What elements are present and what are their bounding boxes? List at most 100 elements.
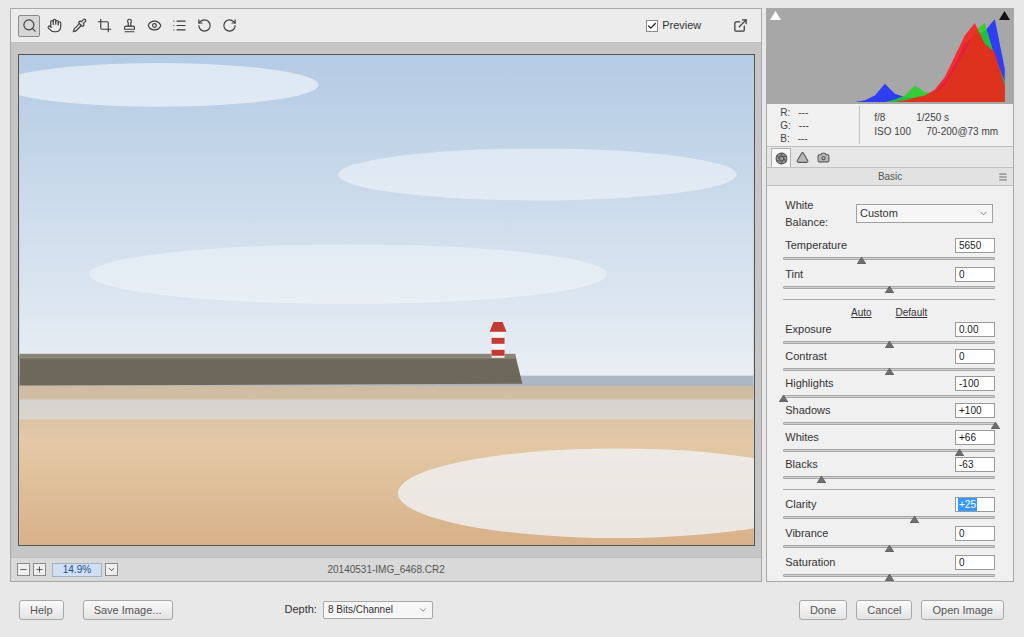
shutter-speed: 1/250 s: [916, 111, 998, 125]
basic-panel: White Balance:CustomTemperature5650Tint0…: [767, 186, 1013, 581]
shadow-clipping-icon[interactable]: [770, 11, 781, 20]
slider-thumb-icon[interactable]: [955, 449, 964, 456]
slider-row: Vibrance 0: [783, 525, 995, 552]
tool-button[interactable]: [168, 15, 190, 37]
depth-select[interactable]: 8 Bits/Channel: [323, 601, 433, 619]
slider-track[interactable]: [783, 570, 995, 581]
slider-thumb-icon[interactable]: [857, 257, 866, 264]
slider-thumb-icon[interactable]: [817, 476, 826, 483]
rgb-readout: G:---: [780, 119, 859, 132]
preview-pane: Preview14.9%20140531-IMG_6468.CR2: [10, 8, 762, 582]
image-area: [11, 43, 761, 557]
slider-value-field[interactable]: +25: [955, 497, 995, 512]
tool-button[interactable]: [93, 15, 115, 37]
slider-value-field[interactable]: 0: [955, 555, 995, 570]
panel-tab[interactable]: [813, 148, 833, 167]
slider-thumb-icon[interactable]: [885, 341, 894, 348]
slider-value: -63: [958, 458, 974, 471]
slider-label: Temperature: [783, 238, 847, 252]
slider-value-field[interactable]: 0: [955, 526, 995, 541]
slider-track[interactable]: [783, 282, 995, 293]
slider-value: 0.00: [958, 323, 979, 336]
camera-raw-window: Preview14.9%20140531-IMG_6468.CR2 R:---G:…: [0, 0, 1024, 637]
link-button[interactable]: Auto: [851, 306, 872, 319]
slider-track[interactable]: [783, 541, 995, 552]
zoom-in-button[interactable]: [33, 563, 46, 576]
slider-value-field[interactable]: 5650: [955, 238, 995, 253]
slider-thumb-icon[interactable]: [885, 368, 894, 375]
slider-label: Contrast: [783, 349, 827, 363]
fullscreen-icon: [733, 18, 748, 33]
panel-tab[interactable]: [792, 148, 812, 167]
zoom-field[interactable]: 14.9%: [52, 563, 102, 577]
slider-value-field[interactable]: +100: [955, 403, 995, 418]
slider-track[interactable]: [783, 418, 995, 429]
slider-value-field[interactable]: 0: [955, 267, 995, 282]
zoom-out-button[interactable]: [17, 563, 30, 576]
histogram: [767, 9, 1013, 104]
auto-default-links: Auto Default: [783, 306, 995, 319]
tool-button[interactable]: [118, 15, 140, 37]
lens: 70-200@73 mm: [916, 125, 998, 139]
slider-row: Saturation0: [783, 554, 995, 581]
panel-menu-button[interactable]: [993, 172, 1013, 182]
slider-track[interactable]: [783, 364, 995, 375]
tool-button[interactable]: [18, 15, 40, 37]
slider-track[interactable]: [783, 445, 995, 456]
slider-thumb-icon[interactable]: [910, 516, 919, 523]
slider-value-field[interactable]: -63: [955, 457, 995, 472]
tool-button[interactable]: [193, 15, 215, 37]
slider-value-field[interactable]: +66: [955, 430, 995, 445]
minus-icon: [19, 565, 28, 574]
slider-value-field[interactable]: 0: [955, 349, 995, 364]
dialog-button[interactable]: Open Image: [921, 600, 1004, 620]
slider-thumb-icon[interactable]: [991, 422, 1000, 429]
slider-thumb-icon[interactable]: [885, 574, 894, 581]
slider-thumb-icon[interactable]: [779, 395, 788, 402]
slider-track[interactable]: [783, 253, 995, 264]
slider-label: Shadows: [783, 403, 830, 417]
slider-value: 0: [958, 350, 966, 363]
dialog-button[interactable]: Save Image...: [83, 600, 173, 620]
link-button[interactable]: Default: [896, 306, 928, 319]
separator: [783, 299, 995, 300]
slider-label: Blacks: [783, 457, 817, 471]
slider-value-field[interactable]: -100: [955, 376, 995, 391]
preview-checkbox[interactable]: [646, 20, 658, 32]
zoom-dropdown[interactable]: [105, 563, 118, 576]
panel-tabs: [767, 147, 1013, 168]
slider-row: Highlights-100: [783, 375, 995, 402]
slider-label: Clarity: [783, 497, 816, 511]
slider-row: Clarity +25: [783, 496, 995, 523]
aperture: f/8: [874, 111, 904, 125]
exif-info: R:---G:---B:---f/81/250 sISO 10070-200@7…: [767, 104, 1013, 147]
slider-value: 0: [958, 268, 966, 281]
tool-button[interactable]: [143, 15, 165, 37]
slider-track[interactable]: [783, 512, 995, 523]
slider-value-field[interactable]: 0.00: [955, 322, 995, 337]
dialog-button[interactable]: Done: [799, 600, 847, 620]
white-balance-select[interactable]: Custom: [856, 204, 993, 223]
dialog-button[interactable]: Help: [19, 600, 64, 620]
rgb-readout: R:---: [780, 106, 859, 119]
slider-track[interactable]: [783, 391, 995, 402]
highlight-clipping-icon[interactable]: [999, 11, 1010, 20]
panel-tab[interactable]: [771, 148, 791, 167]
slider-label: Vibrance: [783, 526, 828, 540]
slider-track[interactable]: [783, 337, 995, 348]
menu-icon: [998, 172, 1008, 182]
tool-button[interactable]: [43, 15, 65, 37]
panel-title: Basic: [787, 169, 993, 184]
slider-row: Temperature 5650: [783, 237, 995, 264]
straighten-icon: [122, 18, 137, 33]
tool-button[interactable]: [68, 15, 90, 37]
fullscreen-button[interactable]: [730, 16, 750, 36]
slider-track[interactable]: [783, 472, 995, 483]
tool-button[interactable]: [218, 15, 240, 37]
slider-thumb-icon[interactable]: [885, 545, 894, 552]
slider-value: 0: [958, 556, 966, 569]
slider-group: Temperature5650Tint0: [783, 237, 995, 293]
slider-thumb-icon[interactable]: [885, 286, 894, 293]
dialog-button[interactable]: Cancel: [856, 600, 912, 620]
hand-icon: [47, 18, 62, 33]
